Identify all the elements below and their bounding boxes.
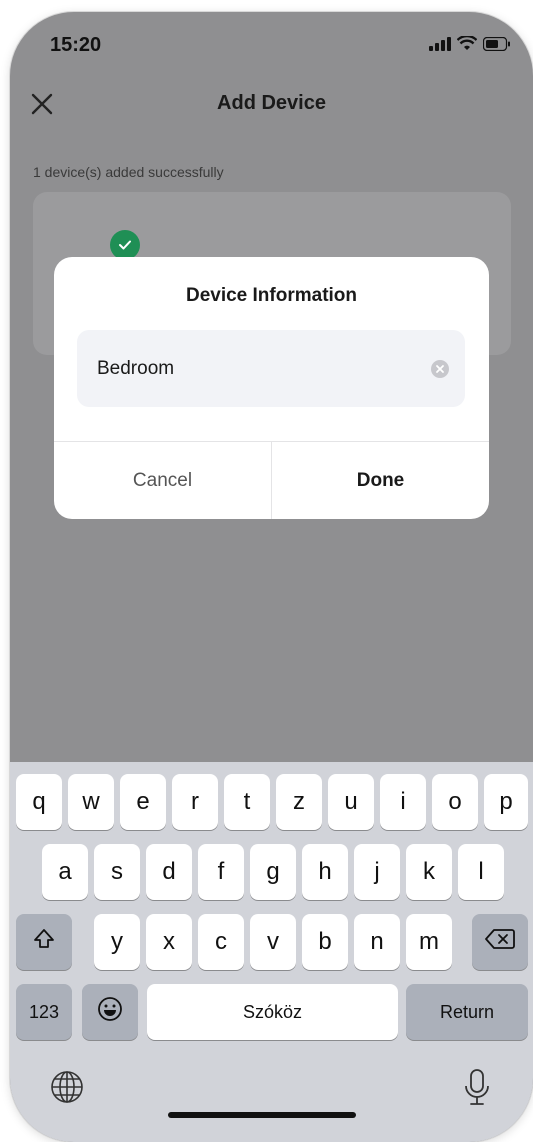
return-key-label: Return [439, 1001, 495, 1022]
cancel-button[interactable]: Cancel [54, 442, 271, 519]
key-u[interactable]: u [328, 774, 374, 830]
shift-icon [32, 927, 56, 958]
key-k[interactable]: k [406, 844, 452, 900]
space-key-label: Szóköz [242, 1001, 303, 1022]
globe-key[interactable] [50, 1070, 84, 1104]
key-h[interactable]: h [302, 844, 348, 900]
device-information-dialog: Device Information Bedroom Cancel Done [54, 257, 489, 519]
success-message: 1 device(s) added successfully [33, 164, 224, 180]
battery-icon [482, 36, 511, 56]
return-key[interactable]: Return [406, 984, 528, 1040]
device-name-input[interactable]: Bedroom [77, 330, 465, 407]
key-a[interactable]: a [42, 844, 88, 900]
key-g[interactable]: g [250, 844, 296, 900]
backspace-key[interactable] [472, 914, 528, 970]
signal-icon [429, 36, 451, 56]
key-f[interactable]: f [198, 844, 244, 900]
key-b[interactable]: b [302, 914, 348, 970]
system-icons [429, 34, 511, 56]
wifi-icon [456, 34, 478, 56]
key-p[interactable]: p [484, 774, 528, 830]
check-icon [110, 230, 140, 260]
key-o[interactable]: o [432, 774, 478, 830]
key-z[interactable]: z [276, 774, 322, 830]
numbers-key[interactable]: 123 [16, 984, 72, 1040]
key-w[interactable]: w [68, 774, 114, 830]
nav-bar: Add Device [10, 84, 533, 124]
key-n[interactable]: n [354, 914, 400, 970]
key-i[interactable]: i [380, 774, 426, 830]
dialog-title: Device Information [185, 285, 358, 306]
key-s[interactable]: s [94, 844, 140, 900]
key-l[interactable]: l [458, 844, 504, 900]
key-d[interactable]: d [146, 844, 192, 900]
key-x[interactable]: x [146, 914, 192, 970]
device-name-value: Bedroom [97, 358, 175, 379]
backspace-icon [485, 928, 515, 957]
key-q[interactable]: q [16, 774, 62, 830]
keyboard: q w e r t z u i o p a s d f g h j k l y … [10, 762, 533, 1142]
dictation-key[interactable] [462, 1068, 492, 1108]
key-y[interactable]: y [94, 914, 140, 970]
status-time: 15:20 [50, 34, 102, 56]
key-m[interactable]: m [406, 914, 452, 970]
phone-screen: 15:20 Add Device 1 device(s) added succe… [10, 12, 533, 1142]
status-bar: 15:20 [10, 12, 533, 72]
key-j[interactable]: j [354, 844, 400, 900]
numbers-key-label: 123 [28, 1001, 60, 1022]
emoji-key[interactable] [82, 984, 138, 1040]
key-e[interactable]: e [120, 774, 166, 830]
key-c[interactable]: c [198, 914, 244, 970]
key-r[interactable]: r [172, 774, 218, 830]
page-title: Add Device [217, 92, 326, 114]
home-indicator[interactable] [168, 1112, 356, 1118]
space-key[interactable]: Szóköz [147, 984, 398, 1040]
microphone-icon [462, 1069, 492, 1112]
clear-input-icon[interactable] [431, 360, 449, 378]
key-v[interactable]: v [250, 914, 296, 970]
globe-icon [50, 1071, 84, 1108]
emoji-icon [97, 996, 123, 1029]
done-button[interactable]: Done [272, 442, 489, 519]
shift-key[interactable] [16, 914, 72, 970]
key-t[interactable]: t [224, 774, 270, 830]
